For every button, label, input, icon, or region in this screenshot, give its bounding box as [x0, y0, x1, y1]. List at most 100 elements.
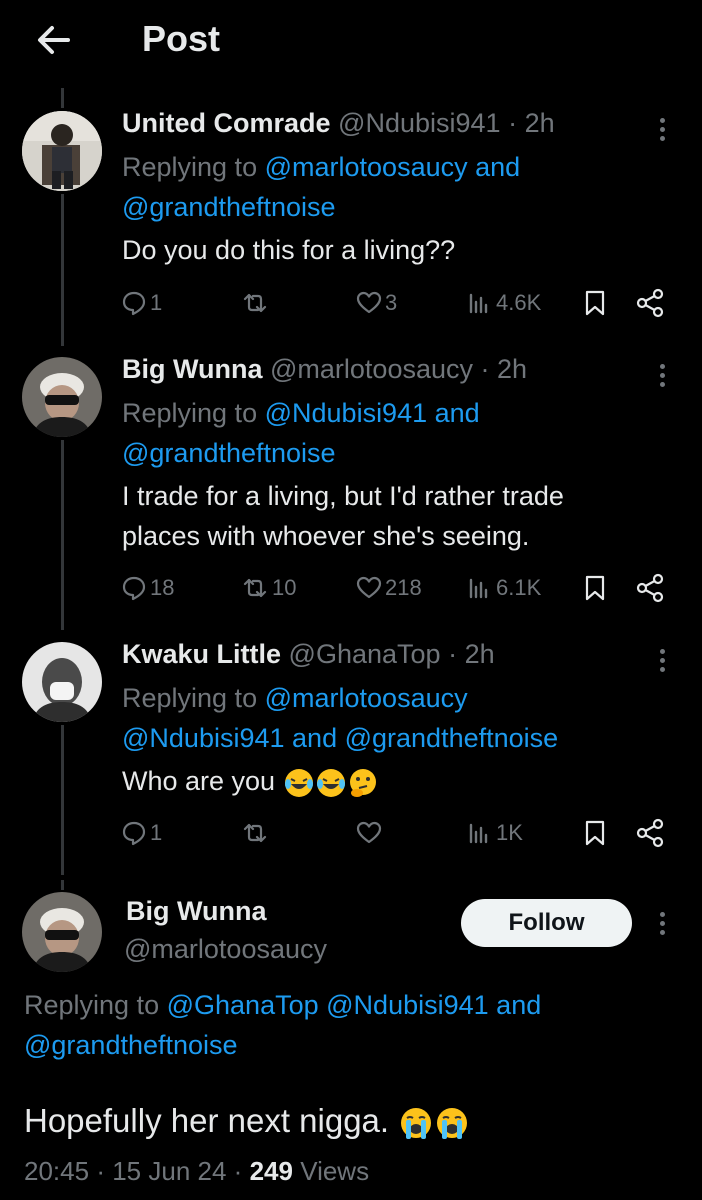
- post-date[interactable]: 15 Jun 24: [112, 1156, 226, 1186]
- reply-icon: [122, 821, 146, 846]
- like-button[interactable]: [355, 815, 385, 851]
- repost-button[interactable]: [240, 285, 272, 321]
- display-name[interactable]: United Comrade: [122, 108, 331, 138]
- laughing-tears-emoji-icon: [284, 768, 313, 797]
- repost-button[interactable]: 10: [240, 570, 296, 606]
- handle[interactable]: @Ndubisi941: [338, 108, 501, 138]
- reply-count: 1: [150, 290, 163, 315]
- tweet-actions: 1 3 4.6K: [0, 285, 702, 321]
- mention-link[interactable]: @grandtheftnoise: [345, 723, 559, 753]
- separator: ·: [233, 1156, 243, 1186]
- display-name[interactable]: Big Wunna: [126, 896, 266, 927]
- replying-label: Replying to: [122, 398, 258, 428]
- mention-link[interactable]: @Ndubisi941: [265, 398, 428, 428]
- handle[interactable]: @GhanaTop: [289, 639, 441, 669]
- replying-to-cont: @Ndubisi941 and @grandtheftnoise: [122, 723, 558, 754]
- page-title: Post: [142, 18, 221, 59]
- views-button[interactable]: 4.6K: [466, 285, 541, 321]
- display-name[interactable]: Kwaku Little: [122, 639, 281, 669]
- views-label: Views: [300, 1156, 370, 1186]
- repost-count: 10: [272, 575, 297, 600]
- follow-button[interactable]: Follow: [461, 899, 632, 947]
- reply-count: 1: [150, 820, 163, 845]
- loudly-crying-emoji-icon: [401, 1108, 432, 1140]
- more-options-icon[interactable]: [654, 645, 670, 679]
- views-count: 249: [249, 1156, 293, 1186]
- view-count: 6.1K: [496, 575, 542, 600]
- thread-line: [61, 88, 64, 108]
- views-bar-chart-icon: [469, 293, 488, 314]
- tweet-text: Who are you: [122, 761, 379, 801]
- timestamp[interactable]: 2h: [465, 639, 495, 669]
- repost-icon: [243, 823, 267, 843]
- reply-tweet[interactable]: Kwaku Little @GhanaTop · 2h Replying to …: [0, 639, 702, 875]
- heart-icon: [356, 821, 382, 844]
- share-button[interactable]: [634, 815, 666, 851]
- mention-link[interactable]: @grandtheftnoise: [122, 438, 336, 468]
- tweet-text: Do you do this for a living??: [122, 230, 455, 270]
- mention-link[interactable]: @Ndubisi941: [122, 723, 285, 753]
- reply-button[interactable]: 18: [120, 570, 174, 606]
- handle[interactable]: @marlotoosaucy: [124, 934, 327, 965]
- repost-icon: [243, 578, 267, 598]
- timestamp[interactable]: 2h: [497, 354, 527, 384]
- bookmark-icon: [585, 575, 605, 601]
- mention-link[interactable]: @marlotoosaucy: [265, 683, 468, 713]
- tweet-actions: 18 10 218 6.1K: [0, 570, 702, 606]
- avatar[interactable]: [22, 357, 102, 437]
- and-label: and: [434, 398, 480, 428]
- reply-button[interactable]: 1: [120, 285, 162, 321]
- tweet-text-line: I trade for a living, but I'd rather tra…: [122, 481, 564, 511]
- tweet-text-line: Who are you: [122, 766, 276, 796]
- avatar[interactable]: [22, 111, 102, 191]
- separator: ·: [480, 354, 490, 384]
- share-button[interactable]: [634, 570, 666, 606]
- more-options-icon[interactable]: [654, 360, 670, 394]
- loudly-crying-emoji-icon: [437, 1108, 468, 1140]
- top-bar: Post: [0, 0, 702, 90]
- post-time[interactable]: 20:45: [24, 1156, 89, 1186]
- tweet-text: Hopefully her next nigga.: [24, 1102, 470, 1141]
- mention-link[interactable]: @grandtheftnoise: [24, 1030, 238, 1060]
- more-options-icon[interactable]: [654, 908, 670, 942]
- thread-line: [61, 725, 64, 875]
- thread-line: [61, 194, 64, 346]
- tweet-text-line: Do you do this for a living??: [122, 235, 456, 265]
- replying-to: Replying to @GhanaTop @Ndubisi941 and: [24, 990, 541, 1021]
- mention-link[interactable]: @marlotoosaucy: [265, 152, 468, 182]
- avatar[interactable]: [22, 892, 102, 972]
- and-label: and: [292, 723, 338, 753]
- views-button[interactable]: 1K: [466, 815, 523, 851]
- avatar[interactable]: [22, 642, 102, 722]
- bookmark-button[interactable]: [581, 570, 609, 606]
- views-button[interactable]: 6.1K: [466, 570, 541, 606]
- bookmark-button[interactable]: [581, 285, 609, 321]
- mention-link[interactable]: @GhanaTop: [167, 990, 319, 1020]
- bookmark-button[interactable]: [581, 815, 609, 851]
- reply-icon: [122, 291, 146, 316]
- heart-icon: [356, 576, 382, 599]
- replying-label: Replying to: [24, 990, 160, 1020]
- back-button[interactable]: [32, 18, 76, 62]
- repost-icon: [243, 293, 267, 313]
- reply-icon: [122, 576, 146, 601]
- handle[interactable]: @marlotoosaucy: [270, 354, 473, 384]
- arrow-left-icon: [38, 26, 70, 54]
- reply-tweet[interactable]: United Comrade @Ndubisi941 · 2h Replying…: [0, 88, 702, 346]
- tweet-text-line: Hopefully her next nigga.: [24, 1102, 390, 1139]
- timestamp[interactable]: 2h: [525, 108, 555, 138]
- views-bar-chart-icon: [469, 823, 488, 844]
- like-button[interactable]: 3: [355, 285, 397, 321]
- like-button[interactable]: 218: [355, 570, 422, 606]
- display-name[interactable]: Big Wunna: [122, 354, 262, 384]
- laughing-tears-emoji-icon: [316, 768, 345, 797]
- share-button[interactable]: [634, 285, 666, 321]
- heart-icon: [356, 291, 382, 314]
- reply-tweet[interactable]: Big Wunna @marlotoosaucy · 2h Replying t…: [0, 354, 702, 630]
- mention-link[interactable]: @grandtheftnoise: [122, 192, 336, 222]
- tweet-actions: 1 1K: [0, 815, 702, 851]
- repost-button[interactable]: [240, 815, 272, 851]
- more-options-icon[interactable]: [654, 114, 670, 148]
- mention-link[interactable]: @Ndubisi941: [326, 990, 489, 1020]
- reply-button[interactable]: 1: [120, 815, 162, 851]
